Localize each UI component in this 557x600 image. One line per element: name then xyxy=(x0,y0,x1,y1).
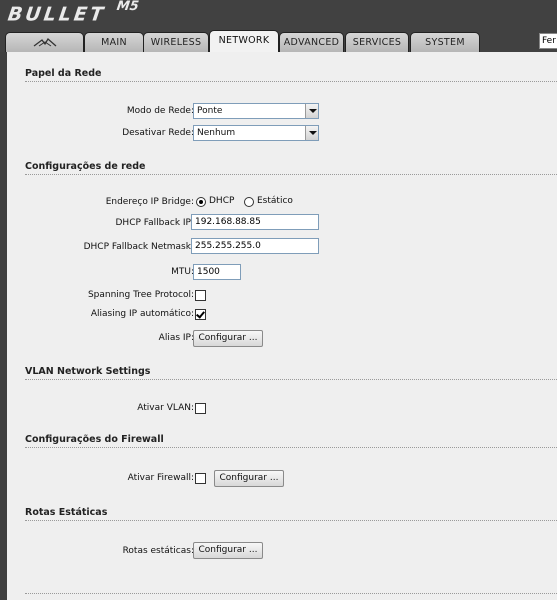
section-divider xyxy=(25,593,557,594)
mtu-label: MTU: xyxy=(171,267,194,277)
stp-checkbox[interactable] xyxy=(195,290,206,301)
network-mode-value: Ponte xyxy=(197,106,223,116)
fallback-ip-label: DHCP Fallback IP: xyxy=(115,218,195,228)
static-routes-label: Rotas estáticas: xyxy=(122,546,194,556)
fallback-netmask-label: DHCP Fallback Netmask: xyxy=(83,242,194,252)
tab-network[interactable]: NETWORK xyxy=(209,30,279,52)
ip-alias-configure-button[interactable]: Configurar ... xyxy=(193,330,263,347)
disable-network-value: Nenhum xyxy=(197,128,236,138)
auto-ip-aliasing-checkbox[interactable] xyxy=(195,309,206,320)
ubiquiti-logo-icon xyxy=(33,37,57,50)
tab-bar: MAIN WIRELESS NETWORK ADVANCED SERVICES … xyxy=(0,30,557,52)
network-settings-panel: Papel da Rede Modo de Rede: Ponte Desati… xyxy=(7,52,557,600)
firewall-configure-button[interactable]: Configurar ... xyxy=(214,470,284,487)
header: BULLET M5 MAIN WIRELESS NETWORK ADVANCED… xyxy=(0,0,557,52)
fallback-netmask-input[interactable]: 255.255.255.0 xyxy=(191,238,319,254)
dhcp-radio[interactable] xyxy=(196,197,206,207)
enable-firewall-checkbox[interactable] xyxy=(195,473,206,484)
tab-services[interactable]: SERVICES xyxy=(345,32,409,52)
section-divider xyxy=(25,379,557,380)
section-divider xyxy=(25,81,557,82)
tab-wireless[interactable]: WIRELESS xyxy=(143,32,209,52)
stp-label: Spanning Tree Protocol: xyxy=(87,290,194,300)
fallback-ip-input[interactable]: 192.168.88.85 xyxy=(191,214,319,230)
section-title-network-settings: Configurações de rede xyxy=(25,161,146,172)
section-title-network-role: Papel da Rede xyxy=(25,68,102,79)
section-divider xyxy=(25,174,557,175)
chevron-down-icon xyxy=(305,126,318,140)
auto-ip-aliasing-label: Aliasing IP automático: xyxy=(90,309,194,319)
tab-system[interactable]: SYSTEM xyxy=(410,32,480,52)
enable-vlan-checkbox[interactable] xyxy=(195,403,206,414)
enable-vlan-label: Ativar VLAN: xyxy=(137,403,194,413)
section-title-firewall: Configurações do Firewall xyxy=(25,434,164,445)
section-title-vlan: VLAN Network Settings xyxy=(25,366,151,377)
section-divider xyxy=(25,520,557,521)
section-divider xyxy=(25,447,557,448)
bullet-m5-logo: BULLET M5 xyxy=(6,0,140,26)
tab-advanced[interactable]: ADVANCED xyxy=(279,32,344,52)
tab-ubiquiti-logo[interactable] xyxy=(5,32,84,52)
disable-network-select[interactable]: Nenhum xyxy=(193,125,319,141)
disable-network-label: Desativar Rede: xyxy=(122,128,194,138)
dhcp-radio-label: DHCP xyxy=(209,196,235,206)
network-mode-select[interactable]: Ponte xyxy=(193,103,319,119)
enable-firewall-label: Ativar Firewall: xyxy=(127,473,194,483)
chevron-down-icon xyxy=(305,104,318,118)
bridge-ip-label: Endereço IP Bridge: xyxy=(105,197,194,207)
ip-alias-label: Alias IP: xyxy=(158,333,194,343)
tab-main[interactable]: MAIN xyxy=(84,32,144,52)
tools-select[interactable]: Fer xyxy=(539,33,557,49)
static-radio[interactable] xyxy=(244,197,254,207)
static-radio-label: Estático xyxy=(257,196,293,206)
section-title-static-routes: Rotas Estáticas xyxy=(25,507,108,518)
network-mode-label: Modo de Rede: xyxy=(126,106,194,116)
mtu-input[interactable]: 1500 xyxy=(193,264,241,280)
static-routes-configure-button[interactable]: Configurar ... xyxy=(193,542,263,559)
